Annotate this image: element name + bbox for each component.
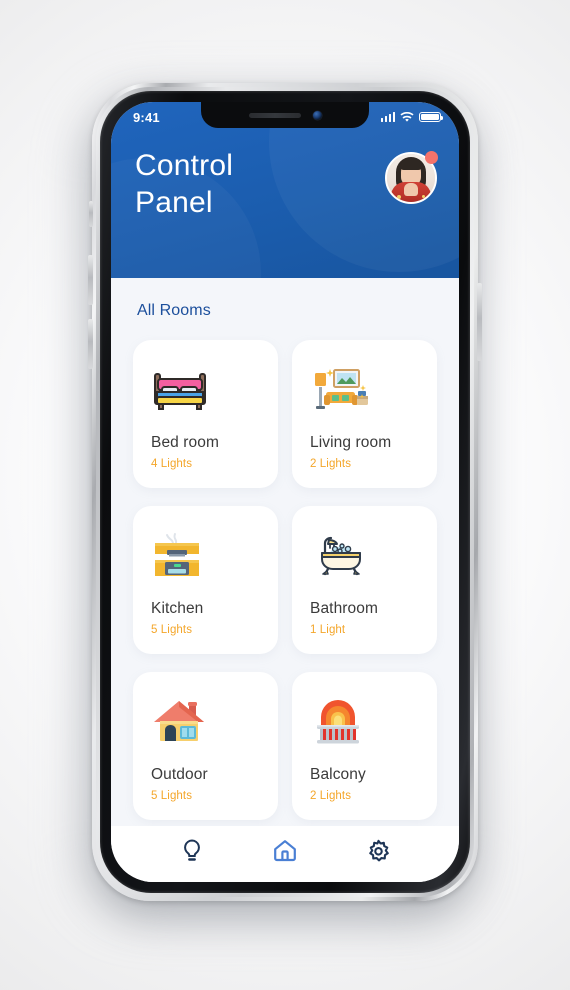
status-icons <box>380 111 444 123</box>
section-title-all-rooms: All Rooms <box>137 302 211 319</box>
room-card-living-room[interactable]: Living room 2 Lights <box>292 340 437 488</box>
nav-item-settings[interactable] <box>357 833 399 869</box>
volume-down-button[interactable] <box>88 319 93 369</box>
signal-bars-icon <box>380 112 395 122</box>
header-main-row: Control Panel <box>111 132 459 221</box>
rooms-grid: Bed room 4 Lights Living room 2 Lights K… <box>111 320 459 826</box>
silent-switch-button[interactable] <box>89 201 93 227</box>
avatar[interactable] <box>385 151 438 204</box>
device-notch <box>201 102 369 128</box>
room-name: Balcony <box>310 766 366 783</box>
kitchen-icon <box>151 524 278 586</box>
room-name: Outdoor <box>151 766 208 783</box>
bathtub-icon <box>310 524 437 586</box>
page-title: Control Panel <box>135 148 233 221</box>
phone-device-frame: 9:41 Control Panel All Rooms Bed room 4 … <box>88 83 482 901</box>
power-button[interactable] <box>477 283 482 361</box>
room-lights-count: 2 Lights <box>310 790 352 802</box>
room-card-bathroom[interactable]: Bathroom 1 Light <box>292 506 437 654</box>
all-rooms-panel: All Rooms Bed room 4 Lights Living room … <box>111 278 459 826</box>
status-time: 9:41 <box>133 109 160 125</box>
house-icon <box>151 690 278 752</box>
lightbulb-icon <box>183 839 200 861</box>
bed-icon <box>151 358 278 420</box>
room-name: Kitchen <box>151 600 204 617</box>
wifi-icon <box>400 111 414 122</box>
room-card-balcony[interactable]: Balcony 2 Lights <box>292 672 437 820</box>
balcony-icon <box>310 690 437 752</box>
app-header: 9:41 Control Panel <box>111 102 459 278</box>
room-name: Living room <box>310 434 392 451</box>
room-card-kitchen[interactable]: Kitchen 5 Lights <box>133 506 278 654</box>
room-lights-count: 5 Lights <box>151 624 193 636</box>
page-title-line1: Control <box>135 149 234 182</box>
bottom-navigation-bar <box>111 826 459 882</box>
room-lights-count: 1 Light <box>310 624 346 636</box>
room-card-bed-room[interactable]: Bed room 4 Lights <box>133 340 278 488</box>
home-icon <box>274 840 296 862</box>
phone-screen: 9:41 Control Panel All Rooms Bed room 4 … <box>111 102 459 882</box>
earpiece-speaker-icon <box>248 112 301 118</box>
nav-item-home[interactable] <box>264 833 306 869</box>
front-camera-icon <box>312 110 322 120</box>
room-lights-count: 5 Lights <box>151 790 193 802</box>
room-card-outdoor[interactable]: Outdoor 5 Lights <box>133 672 278 820</box>
nav-item-lights[interactable] <box>171 833 213 869</box>
room-name: Bed room <box>151 434 219 451</box>
room-name: Bathroom <box>310 600 378 617</box>
gear-icon <box>369 839 389 861</box>
room-lights-count: 2 Lights <box>310 458 352 470</box>
notification-badge-dot <box>425 151 438 164</box>
page-title-line2: Panel <box>135 185 213 219</box>
room-lights-count: 4 Lights <box>151 458 193 470</box>
volume-up-button[interactable] <box>88 255 93 305</box>
battery-icon <box>419 111 444 123</box>
sofa-icon <box>310 358 437 420</box>
